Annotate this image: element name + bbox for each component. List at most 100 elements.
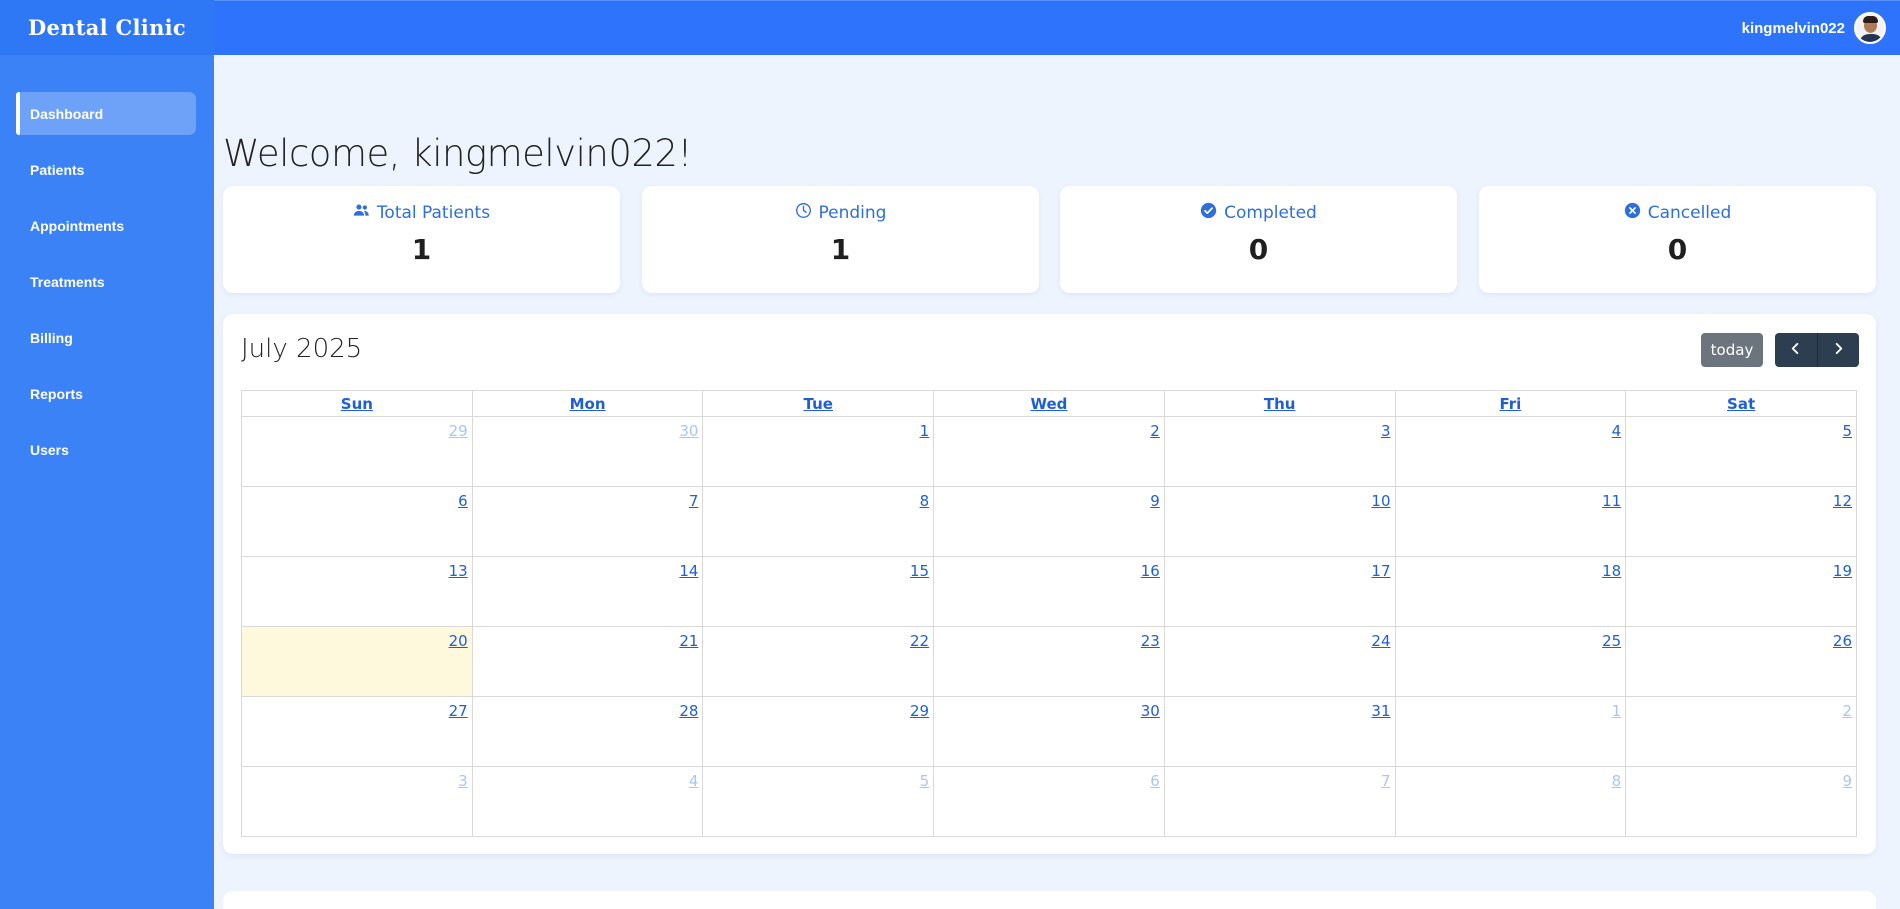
calendar-day-cell[interactable]: 8	[702, 486, 935, 557]
today-button[interactable]: today	[1701, 333, 1763, 367]
calendar-day-cell-today[interactable]: 20	[241, 626, 473, 697]
weekday-header[interactable]: Thu	[1163, 390, 1396, 417]
calendar-day-cell[interactable]: 7	[471, 486, 704, 557]
calendar-day-cell[interactable]: 14	[471, 556, 704, 627]
day-number[interactable]: 15	[910, 562, 929, 580]
day-number[interactable]: 29	[449, 422, 468, 440]
calendar-day-cell[interactable]: 3	[1163, 416, 1396, 487]
calendar-day-cell[interactable]: 19	[1625, 556, 1857, 627]
calendar-day-cell[interactable]: 6	[933, 766, 1165, 837]
day-number[interactable]: 17	[1371, 562, 1390, 580]
day-number[interactable]: 14	[679, 562, 698, 580]
day-number[interactable]: 28	[679, 702, 698, 720]
calendar-day-cell[interactable]: 23	[933, 626, 1165, 697]
calendar-day-cell[interactable]: 3	[241, 766, 473, 837]
day-number[interactable]: 2	[1150, 422, 1160, 440]
day-number[interactable]: 5	[920, 772, 930, 790]
day-number[interactable]: 5	[1842, 422, 1852, 440]
calendar-day-cell[interactable]: 28	[471, 696, 704, 767]
calendar-day-cell[interactable]: 4	[1394, 416, 1627, 487]
sidebar-item-billing[interactable]: Billing	[16, 316, 196, 359]
calendar-day-cell[interactable]: 17	[1163, 556, 1396, 627]
calendar-day-cell[interactable]: 10	[1163, 486, 1396, 557]
day-number[interactable]: 8	[920, 492, 930, 510]
day-number[interactable]: 3	[458, 772, 468, 790]
day-number[interactable]: 30	[679, 422, 698, 440]
day-number[interactable]: 9	[1842, 772, 1852, 790]
day-number[interactable]: 6	[1150, 772, 1160, 790]
day-number[interactable]: 18	[1602, 562, 1621, 580]
sidebar-item-appointments[interactable]: Appointments	[16, 204, 196, 247]
day-number[interactable]: 10	[1371, 492, 1390, 510]
calendar-day-cell[interactable]: 31	[1163, 696, 1396, 767]
calendar-day-cell[interactable]: 25	[1394, 626, 1627, 697]
sidebar-item-dashboard[interactable]: Dashboard	[16, 92, 196, 135]
calendar-day-cell[interactable]: 13	[241, 556, 473, 627]
day-number[interactable]: 23	[1141, 632, 1160, 650]
day-number[interactable]: 8	[1612, 772, 1622, 790]
calendar-day-cell[interactable]: 7	[1163, 766, 1396, 837]
day-number[interactable]: 19	[1833, 562, 1852, 580]
calendar-day-cell[interactable]: 4	[471, 766, 704, 837]
day-number[interactable]: 1	[1612, 702, 1622, 720]
calendar-day-cell[interactable]: 2	[1625, 696, 1857, 767]
day-number[interactable]: 4	[1612, 422, 1622, 440]
calendar-day-cell[interactable]: 29	[241, 416, 473, 487]
avatar[interactable]	[1854, 12, 1886, 44]
day-number[interactable]: 1	[920, 422, 930, 440]
day-number[interactable]: 11	[1602, 492, 1621, 510]
day-number[interactable]: 22	[910, 632, 929, 650]
day-number[interactable]: 4	[689, 772, 699, 790]
prev-month-button[interactable]	[1775, 333, 1817, 367]
calendar-day-cell[interactable]: 5	[1625, 416, 1857, 487]
calendar-day-cell[interactable]: 12	[1625, 486, 1857, 557]
day-number[interactable]: 9	[1150, 492, 1160, 510]
day-number[interactable]: 30	[1141, 702, 1160, 720]
calendar-day-cell[interactable]: 30	[471, 416, 704, 487]
calendar-day-cell[interactable]: 1	[1394, 696, 1627, 767]
weekday-header[interactable]: Mon	[471, 390, 704, 417]
day-number[interactable]: 29	[910, 702, 929, 720]
calendar-day-cell[interactable]: 2	[933, 416, 1165, 487]
calendar-day-cell[interactable]: 11	[1394, 486, 1627, 557]
calendar-day-cell[interactable]: 9	[1625, 766, 1857, 837]
weekday-header[interactable]: Sun	[241, 390, 473, 417]
day-number[interactable]: 12	[1833, 492, 1852, 510]
day-number[interactable]: 20	[449, 632, 468, 650]
calendar-day-cell[interactable]: 16	[933, 556, 1165, 627]
day-number[interactable]: 16	[1141, 562, 1160, 580]
next-month-button[interactable]	[1816, 333, 1859, 367]
user-menu[interactable]: kingmelvin022	[1742, 12, 1886, 44]
calendar-day-cell[interactable]: 29	[702, 696, 935, 767]
day-number[interactable]: 31	[1371, 702, 1390, 720]
sidebar-item-users[interactable]: Users	[16, 428, 196, 471]
sidebar-item-reports[interactable]: Reports	[16, 372, 196, 415]
calendar-day-cell[interactable]: 8	[1394, 766, 1627, 837]
calendar-day-cell[interactable]: 24	[1163, 626, 1396, 697]
day-number[interactable]: 3	[1381, 422, 1391, 440]
calendar-day-cell[interactable]: 26	[1625, 626, 1857, 697]
day-number[interactable]: 2	[1842, 702, 1852, 720]
day-number[interactable]: 24	[1371, 632, 1390, 650]
day-number[interactable]: 7	[689, 492, 699, 510]
calendar-day-cell[interactable]: 30	[933, 696, 1165, 767]
calendar-day-cell[interactable]: 22	[702, 626, 935, 697]
weekday-header[interactable]: Tue	[702, 390, 935, 417]
sidebar-item-patients[interactable]: Patients	[16, 148, 196, 191]
username[interactable]: kingmelvin022	[1742, 20, 1845, 37]
day-number[interactable]: 25	[1602, 632, 1621, 650]
day-number[interactable]: 6	[458, 492, 468, 510]
day-number[interactable]: 21	[679, 632, 698, 650]
calendar-day-cell[interactable]: 21	[471, 626, 704, 697]
calendar-day-cell[interactable]: 18	[1394, 556, 1627, 627]
weekday-header[interactable]: Wed	[933, 390, 1165, 417]
sidebar-item-treatments[interactable]: Treatments	[16, 260, 196, 303]
calendar-day-cell[interactable]: 6	[241, 486, 473, 557]
calendar-day-cell[interactable]: 27	[241, 696, 473, 767]
calendar-day-cell[interactable]: 5	[702, 766, 935, 837]
day-number[interactable]: 27	[449, 702, 468, 720]
calendar-day-cell[interactable]: 9	[933, 486, 1165, 557]
day-number[interactable]: 7	[1381, 772, 1391, 790]
day-number[interactable]: 26	[1833, 632, 1852, 650]
day-number[interactable]: 13	[449, 562, 468, 580]
